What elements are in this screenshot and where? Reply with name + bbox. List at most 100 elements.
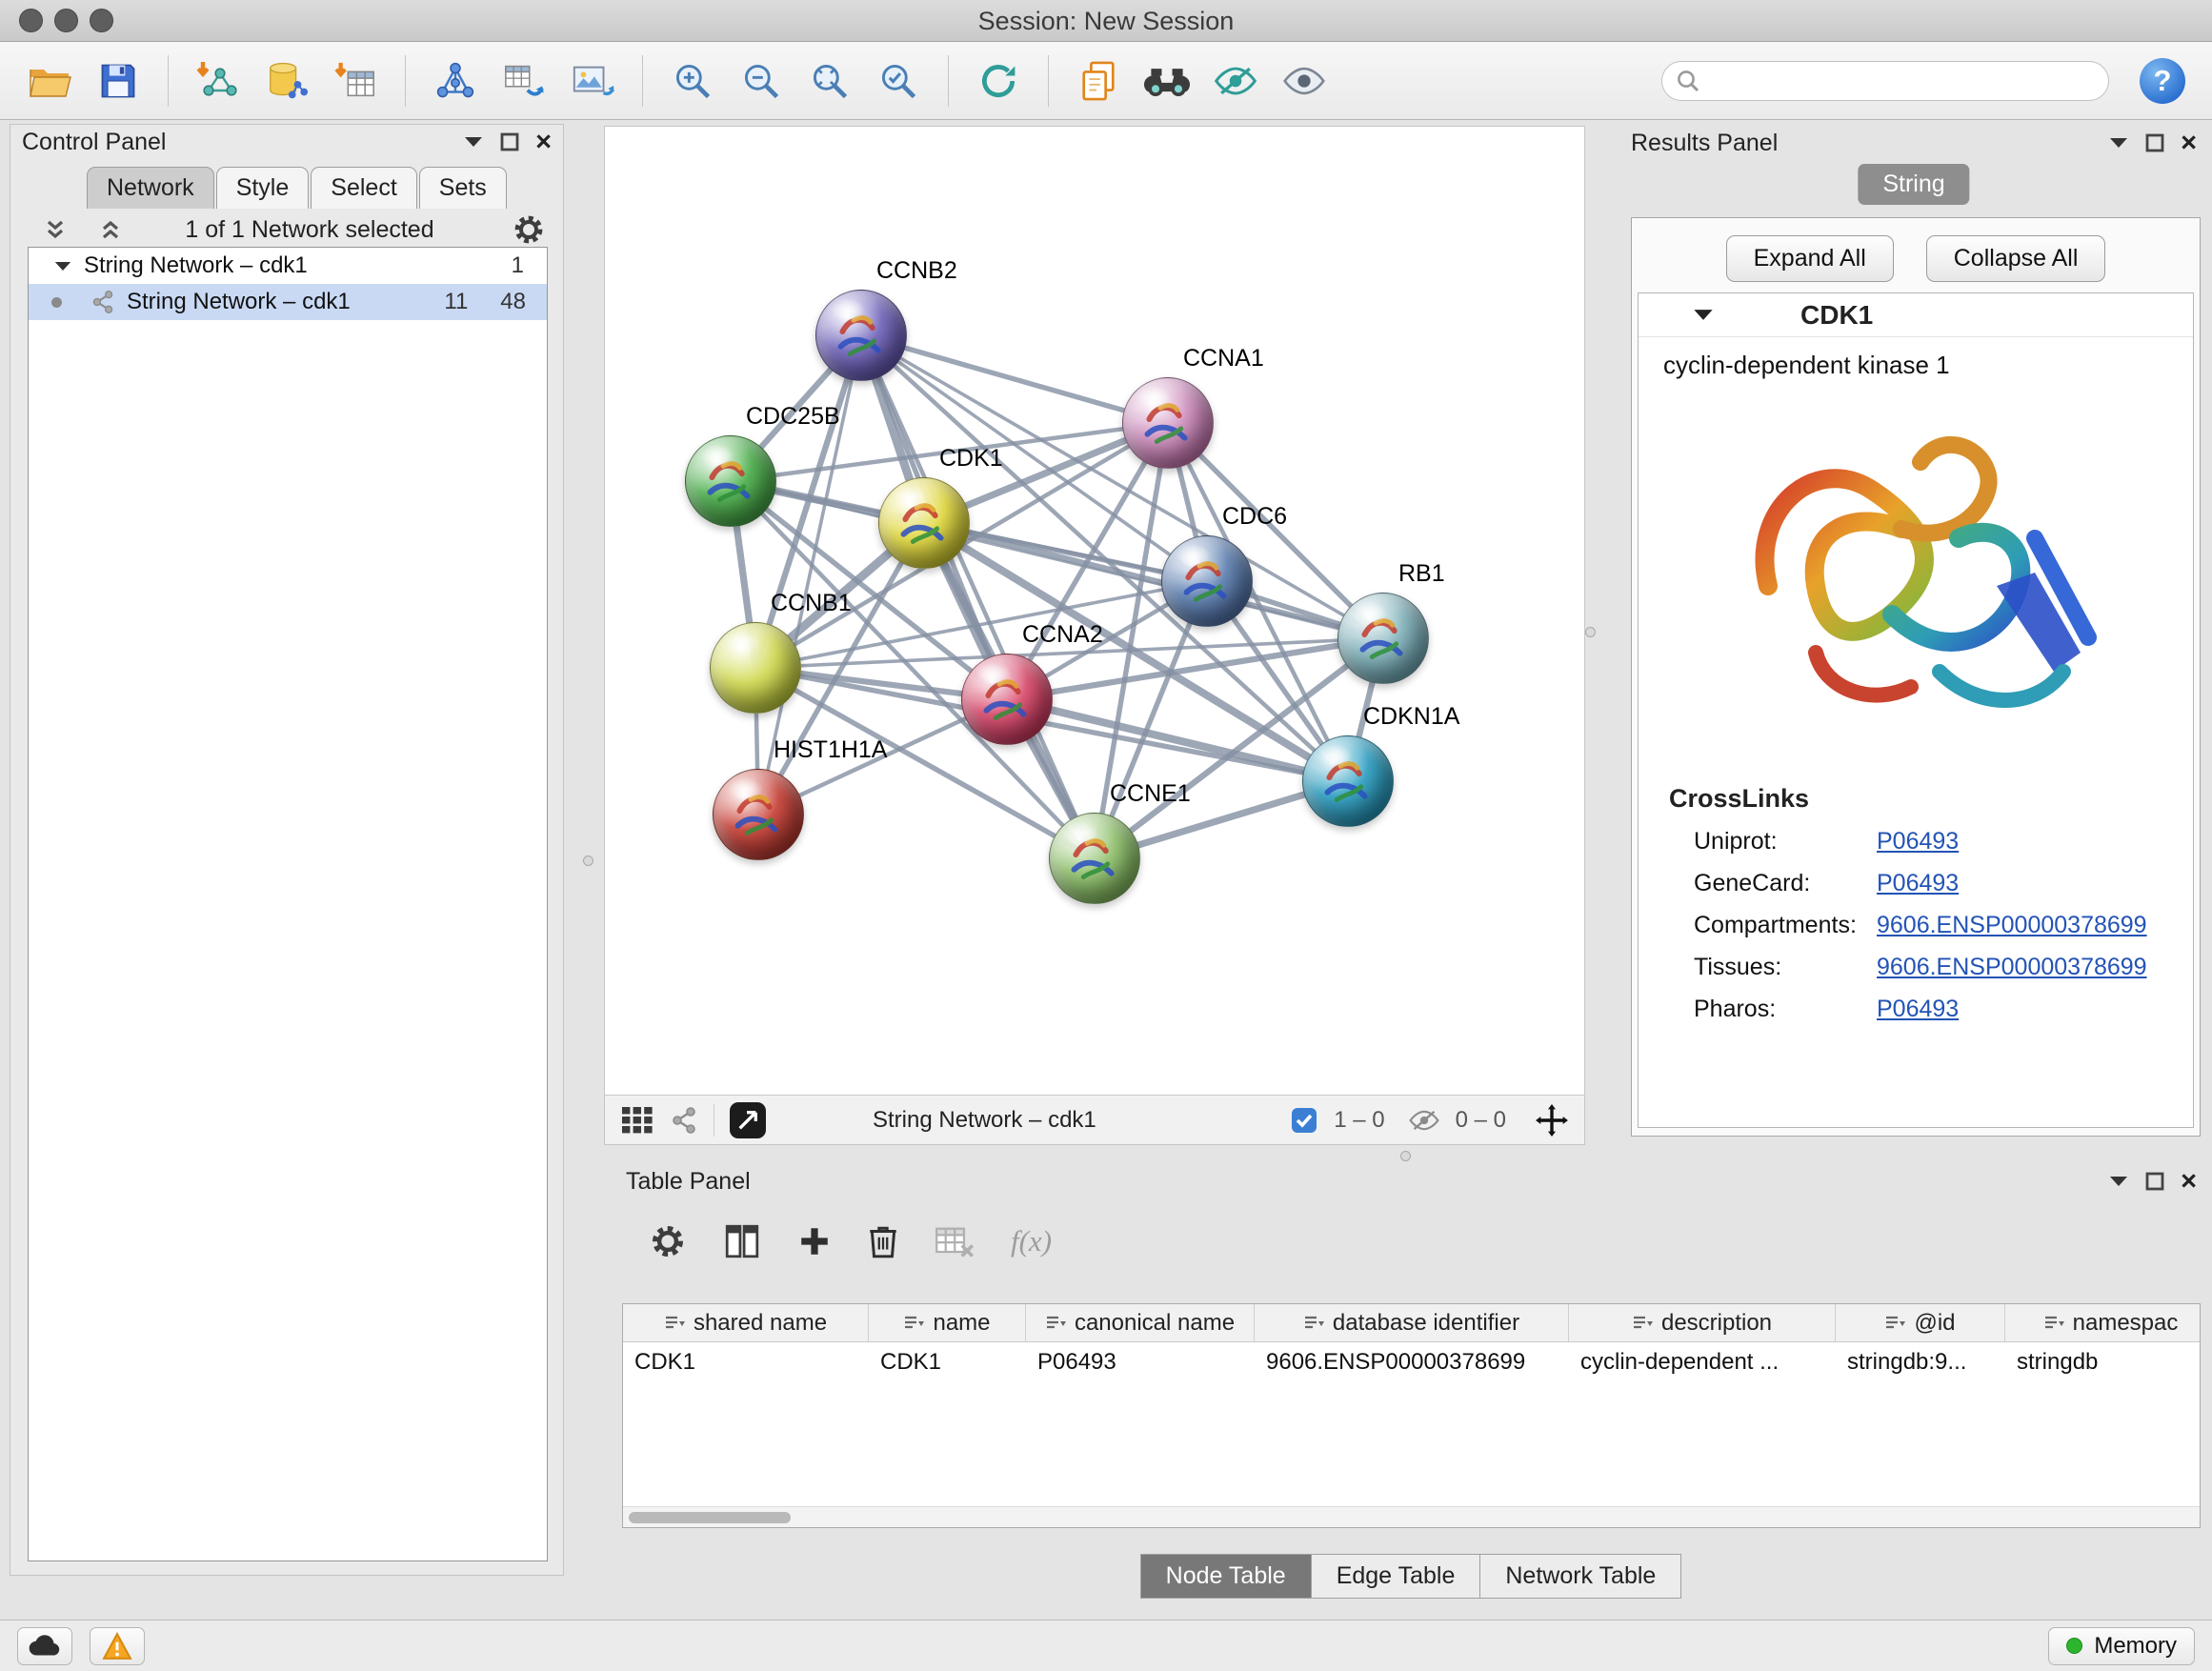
share-network-icon[interactable] — [670, 1106, 698, 1135]
import-network-database-button[interactable] — [256, 50, 317, 111]
column-header-namespac[interactable]: namespac — [2005, 1304, 2201, 1341]
collapse-all-tree-icon[interactable] — [98, 218, 123, 241]
network-node-ccne1[interactable] — [1049, 813, 1140, 904]
resize-handle[interactable] — [583, 856, 593, 866]
tab-network[interactable]: Network — [87, 167, 214, 209]
table-horizontal-scrollbar[interactable] — [623, 1506, 2200, 1527]
tab-sets[interactable]: Sets — [419, 167, 507, 209]
network-row-selected[interactable]: String Network – cdk1 11 48 — [29, 284, 547, 320]
help-button[interactable]: ? — [2140, 58, 2185, 104]
network-node-hist1h1a[interactable] — [713, 769, 804, 860]
crosslink-value[interactable]: P06493 — [1877, 828, 1959, 856]
table-data-row[interactable]: CDK1CDK1P064939606.ENSP00000378699cyclin… — [623, 1342, 2200, 1380]
section-caret-icon[interactable] — [1692, 308, 1715, 322]
birdseye-toggle-button[interactable] — [730, 1102, 766, 1138]
table-cell[interactable]: CDK1 — [623, 1342, 869, 1380]
zoom-in-button[interactable] — [662, 50, 723, 111]
network-node-ccnb2[interactable] — [815, 290, 907, 381]
close-window-button[interactable] — [19, 9, 43, 32]
copy-documents-button[interactable] — [1068, 50, 1129, 111]
column-header-description[interactable]: description — [1569, 1304, 1836, 1341]
grid-view-icon[interactable] — [620, 1105, 654, 1136]
network-node-cdk1[interactable] — [878, 477, 970, 569]
column-header-canonical-name[interactable]: canonical name — [1026, 1304, 1255, 1341]
table-cell[interactable]: stringdb — [2005, 1342, 2201, 1380]
network-node-cdkn1a[interactable] — [1302, 735, 1394, 827]
export-image-button[interactable] — [562, 50, 623, 111]
tab-select[interactable]: Select — [311, 167, 416, 209]
tab-node-table[interactable]: Node Table — [1140, 1554, 1312, 1599]
open-session-button[interactable] — [19, 50, 80, 111]
zoom-selected-button[interactable] — [868, 50, 929, 111]
crosslink-value[interactable]: 9606.ENSP00000378699 — [1877, 912, 2147, 939]
network-node-ccna2[interactable] — [961, 654, 1053, 745]
graphics-details-button[interactable] — [1205, 50, 1266, 111]
tab-edge-table[interactable]: Edge Table — [1311, 1554, 1481, 1599]
tab-string[interactable]: String — [1858, 164, 1969, 205]
new-network-button[interactable] — [425, 50, 486, 111]
binoculars-button[interactable] — [1136, 50, 1197, 111]
pan-crosshair-icon[interactable] — [1535, 1103, 1569, 1137]
network-from-table-button[interactable] — [493, 50, 554, 111]
panel-menu-caret-icon[interactable] — [2108, 136, 2129, 150]
columns-icon[interactable] — [723, 1222, 761, 1260]
table-cell[interactable]: stringdb:9... — [1836, 1342, 2005, 1380]
function-builder-button[interactable]: f(x) — [1011, 1224, 1052, 1258]
column-header-shared-name[interactable]: shared name — [623, 1304, 869, 1341]
network-canvas[interactable]: CCNB2CCNA1CDC25BCDK1CDC6RB1CCNB1CCNA2CDK… — [605, 127, 1584, 1095]
network-node-rb1[interactable] — [1337, 593, 1429, 684]
expand-all-tree-icon[interactable] — [43, 218, 68, 241]
save-session-button[interactable] — [88, 50, 149, 111]
expand-all-button[interactable]: Expand All — [1726, 235, 1894, 282]
hidden-eye-icon[interactable] — [1408, 1108, 1440, 1133]
resize-handle[interactable] — [1585, 627, 1596, 637]
table-cell[interactable]: cyclin-dependent ... — [1569, 1342, 1836, 1380]
import-table-button[interactable] — [325, 50, 386, 111]
crosslink-value[interactable]: P06493 — [1877, 996, 1959, 1023]
float-panel-icon[interactable] — [2144, 132, 2165, 153]
tree-caret-icon[interactable] — [53, 260, 72, 272]
tab-network-table[interactable]: Network Table — [1479, 1554, 1681, 1599]
tab-style[interactable]: Style — [216, 167, 310, 209]
gene-section-header[interactable]: CDK1 — [1639, 293, 2193, 337]
scrollbar-thumb[interactable] — [629, 1512, 791, 1523]
collapse-all-button[interactable]: Collapse All — [1926, 235, 2106, 282]
resize-handle[interactable] — [1400, 1151, 1411, 1161]
close-panel-icon[interactable]: × — [2181, 130, 2197, 157]
column-header--id[interactable]: @id — [1836, 1304, 2005, 1341]
column-header-name[interactable]: name — [869, 1304, 1026, 1341]
column-header-database-identifier[interactable]: database identifier — [1255, 1304, 1569, 1341]
network-node-ccnb1[interactable] — [710, 622, 801, 714]
crosslink-value[interactable]: 9606.ENSP00000378699 — [1877, 954, 2147, 981]
network-node-cdc25b[interactable] — [685, 435, 776, 527]
table-cell[interactable]: CDK1 — [869, 1342, 1026, 1380]
panel-menu-caret-icon[interactable] — [463, 135, 484, 149]
search-input[interactable] — [1710, 68, 2095, 94]
zoom-out-button[interactable] — [731, 50, 792, 111]
table-cell[interactable]: 9606.ENSP00000378699 — [1255, 1342, 1569, 1380]
network-node-cdc6[interactable] — [1161, 535, 1253, 627]
show-hide-button[interactable] — [1274, 50, 1335, 111]
import-network-file-button[interactable] — [188, 50, 249, 111]
memory-button[interactable]: Memory — [2048, 1627, 2195, 1665]
delete-icon[interactable] — [868, 1223, 898, 1259]
table-gear-icon[interactable] — [649, 1222, 687, 1260]
network-collection-row[interactable]: String Network – cdk1 1 — [29, 248, 547, 284]
float-panel-icon[interactable] — [499, 131, 520, 152]
gear-icon[interactable] — [512, 212, 546, 247]
apply-layout-button[interactable] — [968, 50, 1029, 111]
close-panel-icon[interactable]: × — [2181, 1168, 2197, 1196]
selected-checkbox-icon[interactable] — [1290, 1106, 1318, 1135]
panel-menu-caret-icon[interactable] — [2108, 1175, 2129, 1188]
add-column-icon[interactable] — [797, 1224, 832, 1258]
maximize-window-button[interactable] — [90, 9, 113, 32]
minimize-window-button[interactable] — [54, 9, 78, 32]
close-panel-icon[interactable]: × — [535, 129, 552, 156]
crosslink-value[interactable]: P06493 — [1877, 870, 1959, 897]
cloud-button[interactable] — [17, 1627, 72, 1665]
warnings-button[interactable] — [90, 1627, 145, 1665]
zoom-fit-button[interactable] — [799, 50, 860, 111]
network-node-ccna1[interactable] — [1122, 377, 1214, 469]
search-box[interactable] — [1661, 61, 2109, 101]
table-cell[interactable]: P06493 — [1026, 1342, 1255, 1380]
